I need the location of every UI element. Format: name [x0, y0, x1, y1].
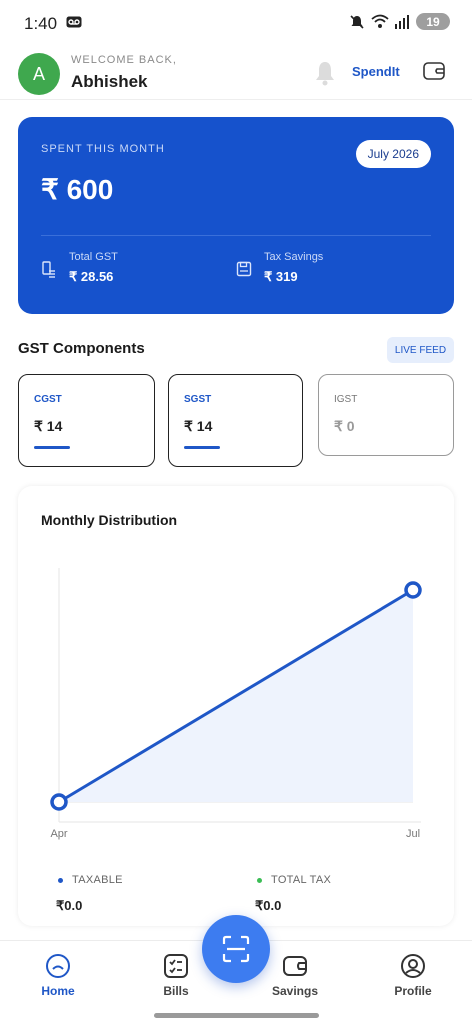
monthly-distribution-card: Monthly Distribution Apr Jul TAXABLE TOTA… — [18, 486, 454, 926]
gst-name: CGST — [34, 394, 62, 405]
bell-icon[interactable] — [314, 60, 336, 86]
total-gst-value: ₹ 28.56 — [69, 269, 114, 284]
wallet-icon — [283, 956, 307, 976]
nav-profile[interactable]: Profile — [373, 953, 453, 998]
monthly-distribution-chart: Apr Jul — [50, 568, 422, 840]
profile-icon — [401, 954, 425, 978]
legend-label: TOTAL TAX — [271, 874, 332, 886]
gst-active-indicator — [34, 446, 70, 449]
nav-bills-label: Bills — [163, 984, 189, 998]
legend-total-tax: TOTAL TAX — [257, 874, 331, 886]
wallet-icon[interactable] — [423, 61, 445, 81]
avatar-initial: A — [32, 63, 45, 84]
x-tick-label: Apr — [50, 828, 67, 840]
total-tax-value: ₹0.0 — [255, 898, 282, 913]
total-gst-label: Total GST — [69, 251, 118, 263]
scan-button[interactable] — [202, 915, 270, 983]
legend-dot — [58, 877, 63, 883]
checklist-icon — [164, 954, 188, 978]
legend-label: TAXABLE — [72, 874, 123, 886]
gst-card-igst[interactable]: IGST ₹ 0 — [318, 374, 454, 456]
data-point — [404, 581, 422, 599]
legend-taxable: TAXABLE — [58, 874, 123, 886]
tax-savings-value: ₹ 319 — [264, 269, 298, 284]
data-point — [50, 793, 68, 811]
gst-value: ₹ 14 — [184, 418, 213, 434]
gst-name: IGST — [334, 394, 358, 405]
nav-savings-label: Savings — [271, 984, 319, 998]
gst-active-indicator — [184, 446, 220, 449]
gst-card-sgst[interactable]: SGST ₹ 14 — [168, 374, 303, 467]
gst-value: ₹ 14 — [34, 418, 63, 434]
card-divider — [41, 235, 431, 236]
x-tick-label: Jul — [406, 828, 420, 840]
receipt-icon — [42, 261, 55, 278]
battery-level: 19 — [426, 14, 440, 29]
voicemail-icon — [66, 16, 82, 28]
nav-home-label: Home — [41, 984, 75, 998]
brand-name: SpendIt — [352, 64, 400, 79]
month-selector[interactable]: July 2026 — [355, 140, 431, 168]
wifi-icon — [371, 14, 389, 28]
home-indicator — [154, 1013, 319, 1018]
avatar[interactable]: A — [18, 53, 60, 95]
tax-savings-label: Tax Savings — [264, 251, 324, 263]
taxable-value: ₹0.0 — [56, 898, 83, 913]
nav-home[interactable]: Home — [18, 953, 98, 998]
nav-profile-label: Profile — [394, 984, 432, 998]
app-header: A WELCOME BACK, Abhishek SpendIt — [0, 50, 472, 100]
signal-icon — [395, 14, 409, 29]
spending-summary-card: SPENT THIS MONTH July 2026 ₹ 600 Total G… — [18, 117, 454, 314]
battery-indicator: 19 — [416, 13, 450, 30]
live-feed-badge: LIVE FEED — [387, 337, 454, 363]
username: Abhishek — [71, 72, 148, 91]
status-bar: 1:40 19 — [0, 0, 472, 46]
spent-label: SPENT THIS MONTH — [41, 143, 165, 155]
home-icon — [46, 954, 70, 978]
gst-value: ₹ 0 — [334, 418, 355, 434]
status-time: 1:40 — [24, 14, 58, 33]
legend-dot — [257, 877, 262, 883]
spent-amount: ₹ 600 — [41, 174, 114, 205]
save-icon — [236, 261, 252, 277]
gst-components-title: GST Components — [18, 340, 145, 357]
scan-icon — [222, 935, 250, 963]
gst-name: SGST — [184, 394, 212, 405]
welcome-text: WELCOME BACK, — [71, 54, 177, 66]
mute-icon — [350, 14, 364, 29]
gst-card-cgst[interactable]: CGST ₹ 14 — [18, 374, 155, 467]
